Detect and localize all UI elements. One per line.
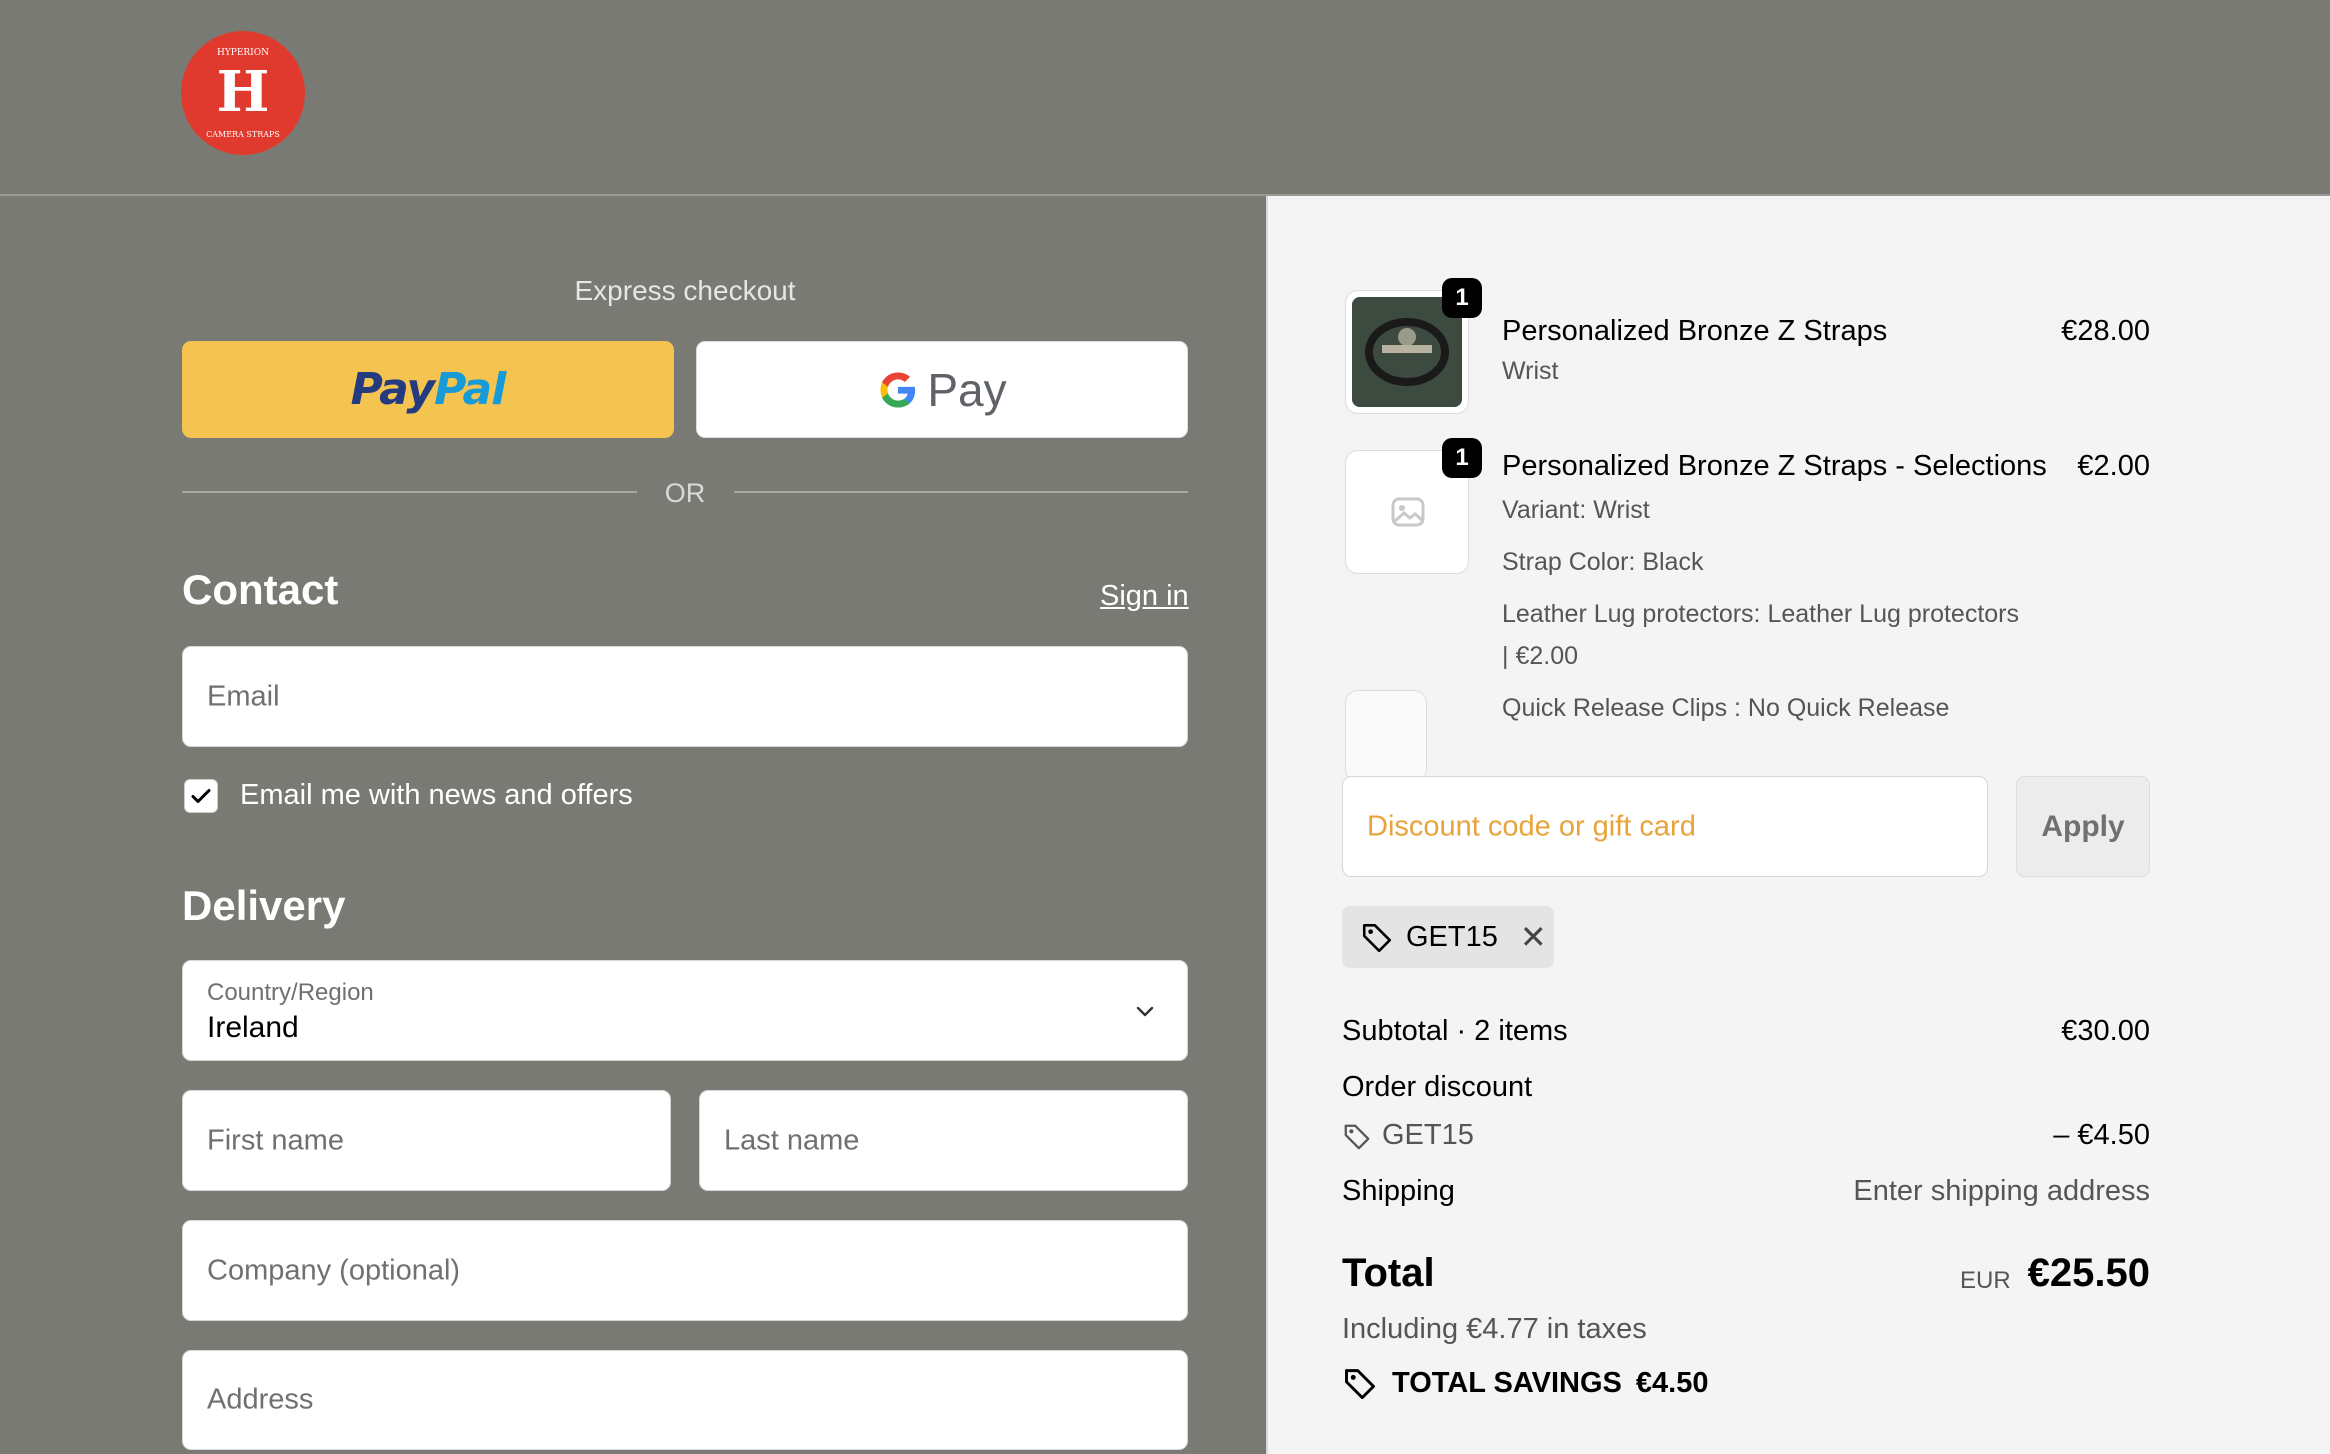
item-name: Personalized Bronze Z Straps - Selection… bbox=[1502, 450, 2047, 482]
chevron-down-icon bbox=[1136, 1006, 1154, 1016]
logo-icon: HYPERION H CAMERA STRAPS bbox=[183, 33, 303, 153]
subtotal-label: Subtotal · 2 items bbox=[1342, 1015, 1568, 1047]
total-label: Total bbox=[1342, 1251, 1435, 1295]
item-price: €2.00 bbox=[2077, 450, 2150, 482]
delivery-title: Delivery bbox=[182, 882, 346, 929]
email-placeholder: Email bbox=[207, 680, 280, 712]
savings-value: €4.50 bbox=[1635, 1366, 1709, 1399]
applied-code-chip: GET15 ✕ bbox=[1342, 906, 1554, 968]
total-value: €25.50 bbox=[2027, 1251, 2150, 1295]
item-price: €28.00 bbox=[2061, 315, 2150, 347]
quantity-badge: 1 bbox=[1442, 278, 1482, 318]
item-option: Leather Lug protectors: Leather Lug prot… bbox=[1502, 600, 2019, 628]
applied-code-text: GET15 bbox=[1406, 920, 1498, 953]
country-label: Country/Region bbox=[207, 979, 374, 1006]
tag-icon bbox=[1362, 924, 1392, 953]
tag-icon bbox=[1345, 1369, 1375, 1400]
checkmark-icon bbox=[191, 789, 211, 803]
paypal-pal-text: Pal bbox=[434, 364, 506, 415]
shipping-label: Shipping bbox=[1342, 1175, 1455, 1207]
remove-code-icon[interactable]: ✕ bbox=[1520, 918, 1547, 956]
google-g-icon bbox=[877, 369, 919, 411]
item-option: | €2.00 bbox=[1502, 642, 1579, 670]
last-name-field[interactable]: Last name bbox=[699, 1090, 1188, 1191]
svg-text:CAMERA STRAPS: CAMERA STRAPS bbox=[206, 130, 280, 139]
last-name-placeholder: Last name bbox=[724, 1124, 860, 1156]
discount-code-row: GET15 bbox=[1342, 1119, 1474, 1152]
contact-title: Contact bbox=[182, 566, 339, 613]
currency-code: EUR bbox=[1960, 1267, 2011, 1294]
header-bar: HYPERION H CAMERA STRAPS bbox=[0, 0, 2330, 196]
paypal-pay-text: Pay bbox=[350, 364, 435, 415]
svg-text:H: H bbox=[217, 59, 270, 125]
sign-in-link[interactable]: Sign in bbox=[1100, 580, 1189, 613]
tag-icon bbox=[1344, 1124, 1370, 1149]
shipping-value: Enter shipping address bbox=[1853, 1175, 2150, 1207]
divider-right bbox=[734, 491, 1188, 493]
item-option: Strap Color: Black bbox=[1502, 548, 1704, 576]
address-placeholder: Address bbox=[207, 1383, 314, 1416]
first-name-placeholder: First name bbox=[207, 1124, 344, 1156]
total-savings: TOTAL SAVINGS €4.50 bbox=[1342, 1365, 1708, 1401]
item-variant: Wrist bbox=[1502, 357, 1559, 385]
google-pay-button[interactable]: Pay bbox=[696, 341, 1188, 438]
discount-placeholder: Discount code or gift card bbox=[1367, 810, 1696, 842]
first-name-field[interactable]: First name bbox=[182, 1090, 671, 1191]
divider-left bbox=[182, 491, 637, 493]
quantity-badge: 1 bbox=[1442, 438, 1482, 478]
email-field[interactable]: Email bbox=[182, 646, 1188, 747]
brand-logo[interactable]: HYPERION H CAMERA STRAPS bbox=[181, 31, 305, 155]
item-option: Variant: Wrist bbox=[1502, 496, 1650, 524]
country-select[interactable]: Country/Region Ireland bbox=[182, 960, 1188, 1061]
google-pay-label: Pay bbox=[927, 363, 1007, 416]
discount-code-name: GET15 bbox=[1382, 1119, 1474, 1151]
paypal-button[interactable]: Pay Pal bbox=[182, 341, 674, 438]
newsletter-label: Email me with news and offers bbox=[240, 779, 633, 811]
order-discount-label: Order discount bbox=[1342, 1071, 1533, 1103]
address-field[interactable]: Address bbox=[182, 1350, 1188, 1450]
taxes-note: Including €4.77 in taxes bbox=[1342, 1313, 1647, 1345]
or-divider-label: OR bbox=[664, 478, 706, 508]
svg-text:HYPERION: HYPERION bbox=[217, 48, 269, 58]
item-option: Quick Release Clips : No Quick Release bbox=[1502, 694, 1950, 722]
company-field[interactable]: Company (optional) bbox=[182, 1220, 1188, 1321]
newsletter-checkbox[interactable] bbox=[184, 779, 218, 813]
express-checkout-title: Express checkout bbox=[574, 275, 796, 306]
discount-value: – €4.50 bbox=[2053, 1119, 2150, 1151]
company-placeholder: Company (optional) bbox=[207, 1254, 461, 1286]
subtotal-value: €30.00 bbox=[2061, 1015, 2150, 1047]
item-name: Personalized Bronze Z Straps bbox=[1502, 315, 1888, 347]
savings-label: TOTAL SAVINGS bbox=[1392, 1366, 1622, 1399]
apply-button[interactable]: Apply bbox=[2016, 776, 2150, 877]
country-value: Ireland bbox=[207, 1011, 299, 1044]
discount-code-field[interactable]: Discount code or gift card bbox=[1342, 776, 1988, 877]
product-thumbnail-partial bbox=[1345, 690, 1427, 782]
